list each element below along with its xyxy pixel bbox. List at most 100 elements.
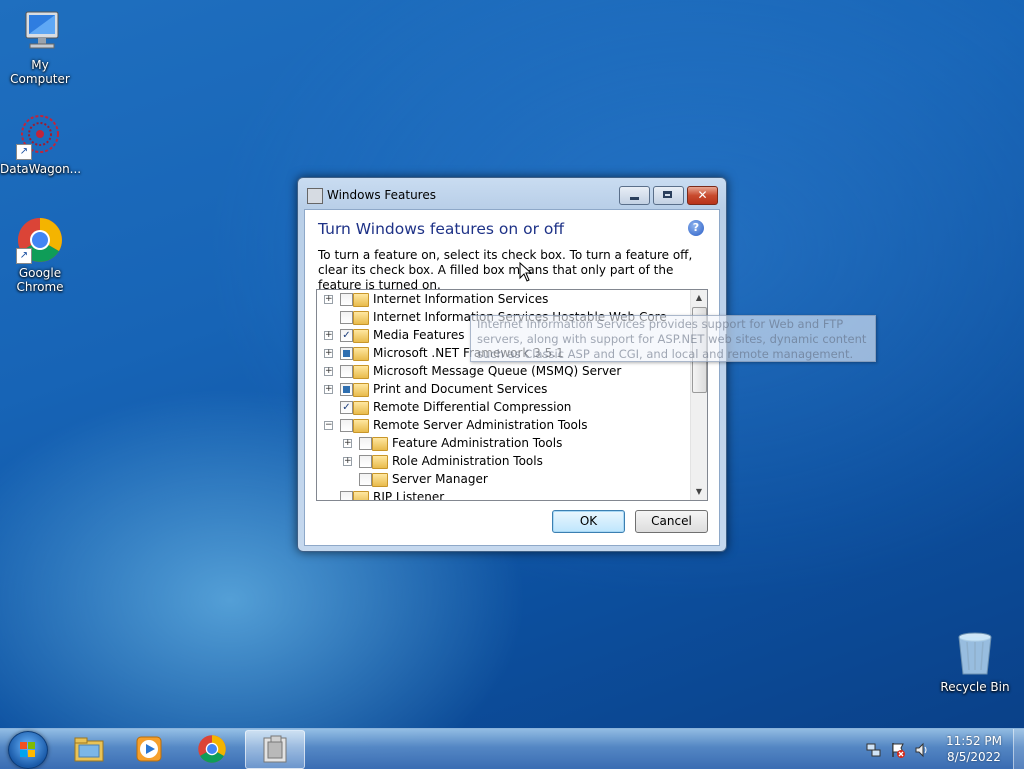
desktop-icon-label: Google Chrome [16, 266, 64, 294]
expand-icon[interactable]: + [324, 331, 333, 340]
feature-checkbox-checked[interactable]: ✓ [340, 329, 353, 342]
maximize-icon [663, 191, 672, 198]
taskbar: 11:52 PM 8/5/2022 [0, 728, 1024, 769]
shortcut-arrow-icon: ↗ [16, 144, 32, 160]
folder-icon [353, 311, 369, 325]
feature-label: Internet Information Services [373, 292, 549, 306]
feature-tooltip: Internet Information Services provides s… [470, 315, 876, 362]
taskbar-explorer[interactable] [60, 730, 118, 767]
expand-icon[interactable]: + [324, 349, 333, 358]
maximize-button[interactable] [653, 186, 684, 205]
desktop-icon-label: Recycle Bin [940, 680, 1010, 694]
show-desktop-button[interactable] [1013, 729, 1024, 769]
windows-features-icon [307, 188, 323, 204]
folder-icon [372, 473, 388, 487]
window-title: Windows Features [327, 188, 436, 202]
taskbar-chrome[interactable] [183, 730, 241, 767]
scroll-down-icon[interactable]: ▼ [691, 484, 707, 500]
folder-icon [353, 347, 369, 361]
feature-label: Print and Document Services [373, 382, 548, 396]
tree-item-iis[interactable]: + Internet Information Services [317, 290, 691, 308]
dialog-content: Turn Windows features on or off ? To tur… [304, 209, 720, 546]
feature-checkbox-partial[interactable] [340, 383, 353, 396]
close-button[interactable]: ✕ [687, 186, 718, 205]
feature-label: Microsoft Message Queue (MSMQ) Server [373, 364, 622, 378]
feature-checkbox[interactable] [340, 365, 353, 378]
feature-checkbox[interactable] [340, 419, 353, 432]
computer-icon [16, 8, 64, 56]
feature-label: Role Administration Tools [392, 454, 543, 468]
volume-icon [915, 742, 927, 758]
folder-icon [372, 455, 388, 469]
windows-features-icon [263, 735, 287, 763]
expand-icon[interactable]: + [324, 367, 333, 376]
system-clock[interactable]: 11:52 PM 8/5/2022 [934, 733, 1014, 765]
tree-item-server-manager[interactable]: Server Manager [317, 470, 691, 488]
desktop-icon-datawagon[interactable]: ↗ DataWagon... [0, 112, 82, 176]
feature-checkbox[interactable] [340, 293, 353, 306]
folder-icon [353, 293, 369, 307]
media-player-icon [136, 736, 162, 762]
explorer-icon [74, 737, 104, 762]
folder-icon [372, 437, 388, 451]
tree-item-print-services[interactable]: + Print and Document Services [317, 380, 691, 398]
chrome-icon [198, 735, 226, 763]
desktop-icon-my-computer[interactable]: My Computer [0, 8, 80, 86]
expand-icon[interactable]: + [343, 439, 352, 448]
datawagon-icon: ↗ [16, 112, 64, 160]
tree-item-msmq[interactable]: + Microsoft Message Queue (MSMQ) Server [317, 362, 691, 380]
collapse-icon[interactable]: − [324, 421, 333, 430]
cancel-button[interactable]: Cancel [635, 510, 708, 533]
feature-checkbox[interactable] [359, 455, 372, 468]
folder-icon [353, 383, 369, 397]
feature-checkbox[interactable] [359, 473, 372, 486]
expand-icon[interactable]: + [324, 295, 333, 304]
instructions-text: To turn a feature on, select its check b… [318, 248, 693, 292]
feature-label: Media Features [373, 328, 465, 342]
scroll-up-icon[interactable]: ▲ [691, 290, 707, 306]
show-hidden-icons-icon[interactable] [850, 743, 858, 751]
folder-icon [353, 491, 369, 500]
minimize-button[interactable] [619, 186, 650, 205]
tree-item-role-admin-tools[interactable]: + Role Administration Tools [317, 452, 691, 470]
recycle-bin-icon [951, 630, 999, 678]
feature-label: Remote Server Administration Tools [373, 418, 588, 432]
expand-icon[interactable]: + [324, 385, 333, 394]
feature-label: Server Manager [392, 472, 488, 486]
feature-checkbox[interactable] [340, 311, 353, 324]
tree-item-rdc[interactable]: ✓ Remote Differential Compression [317, 398, 691, 416]
tree-item-rsat[interactable]: − Remote Server Administration Tools [317, 416, 691, 434]
shortcut-arrow-icon: ↗ [16, 248, 32, 264]
taskbar-windows-features[interactable] [245, 730, 305, 769]
clock-time: 11:52 PM [946, 734, 1002, 748]
folder-icon [353, 401, 369, 415]
folder-icon [353, 365, 369, 379]
desktop-icon-recycle-bin[interactable]: Recycle Bin [935, 630, 1015, 694]
network-icon [866, 743, 881, 757]
tree-item-rip-listener[interactable]: RIP Listener [317, 488, 691, 501]
feature-label: Remote Differential Compression [373, 400, 572, 414]
feature-checkbox[interactable] [359, 437, 372, 450]
desktop-icon-label: DataWagon... [0, 162, 82, 176]
titlebar[interactable]: Windows Features ✕ [298, 178, 726, 210]
chrome-icon: ↗ [16, 216, 64, 264]
feature-checkbox-checked[interactable]: ✓ [340, 401, 353, 414]
ok-button[interactable]: OK [552, 510, 625, 533]
taskbar-media-player[interactable] [120, 730, 178, 767]
feature-label: RIP Listener [373, 490, 445, 501]
folder-icon [353, 329, 369, 343]
windows-features-dialog: Windows Features ✕ Turn Windows features… [297, 177, 727, 552]
help-icon[interactable]: ? [688, 220, 704, 236]
tree-item-feature-admin-tools[interactable]: + Feature Administration Tools [317, 434, 691, 452]
desktop-icon-google-chrome[interactable]: ↗ Google Chrome [0, 216, 80, 294]
feature-checkbox-partial[interactable] [340, 347, 353, 360]
start-button[interactable] [8, 731, 48, 769]
minimize-icon [630, 197, 639, 200]
windows-logo-icon [20, 742, 35, 757]
page-title: Turn Windows features on or off [318, 220, 565, 238]
expand-icon[interactable]: + [343, 457, 352, 466]
feature-checkbox[interactable] [340, 491, 353, 500]
desktop-icon-label: My Computer [10, 58, 70, 86]
close-icon: ✕ [697, 188, 708, 202]
clock-date: 8/5/2022 [947, 750, 1001, 764]
